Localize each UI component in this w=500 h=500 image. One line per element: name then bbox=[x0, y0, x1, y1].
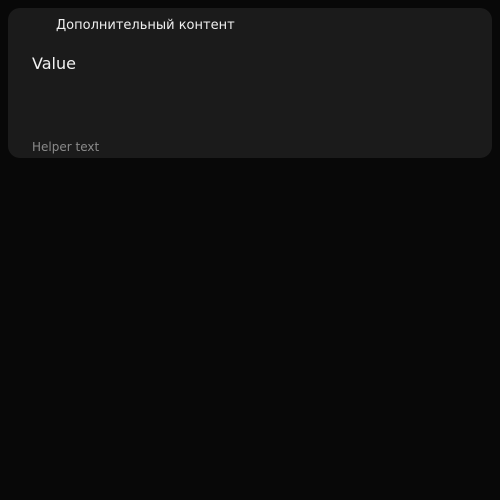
text-area-field[interactable]: Дополнительный контент Value Helper text bbox=[8, 8, 492, 158]
field-label: Дополнительный контент bbox=[56, 18, 235, 33]
helper-text: Helper text bbox=[32, 140, 100, 154]
field-value[interactable]: Value bbox=[32, 54, 76, 74]
